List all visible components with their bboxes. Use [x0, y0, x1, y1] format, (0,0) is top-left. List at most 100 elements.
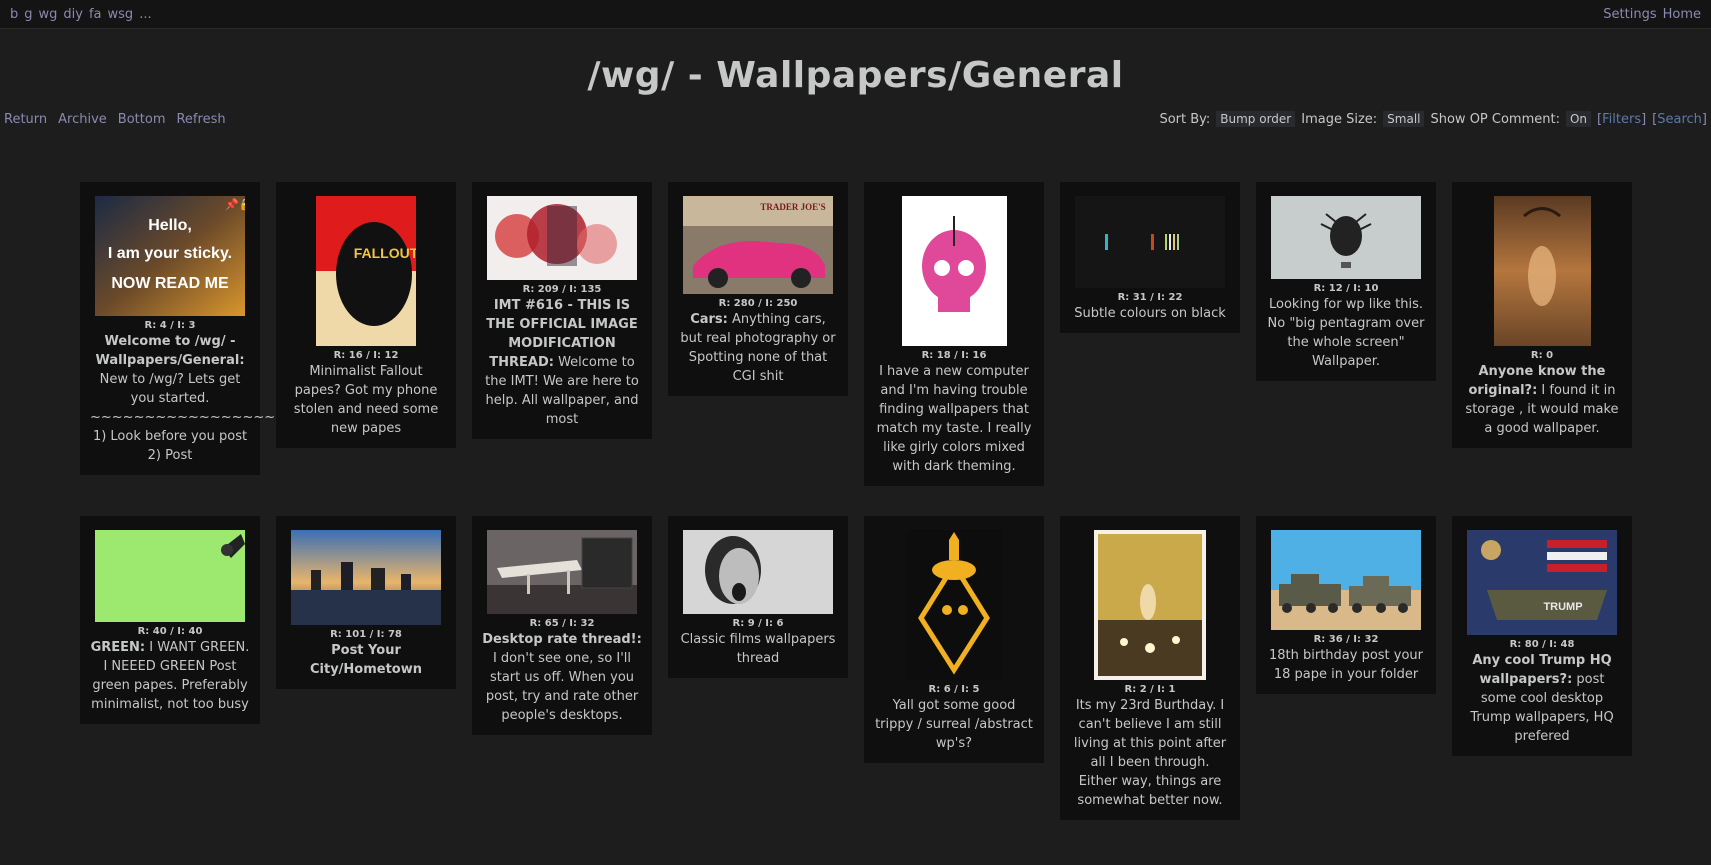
thread-card[interactable]: R: 9 / I: 6 Classic films wallpapers thr… [668, 516, 848, 678]
board-list-more[interactable]: ... [139, 7, 151, 22]
thread-teaser: Minimalist Fallout papes? Got my phone s… [286, 362, 446, 438]
thread-thumbnail[interactable] [1271, 530, 1421, 630]
reply-image-count: R: 4 / I: 3 [144, 320, 196, 331]
reply-image-count: R: 209 / I: 135 [522, 284, 602, 295]
thread-thumbnail[interactable]: TRADER JOE'S [683, 196, 833, 294]
thread-comment: Subtle colours on black [1074, 306, 1226, 321]
sort-select[interactable]: Bump order [1216, 111, 1296, 127]
reply-image-count: R: 31 / I: 22 [1117, 292, 1183, 303]
reply-image-count: R: 2 / I: 1 [1124, 684, 1176, 695]
thread-thumbnail[interactable] [683, 530, 833, 614]
thread-comment: I don't see one, so I'll start us off. W… [485, 651, 639, 723]
search-link[interactable]: [Search] [1652, 112, 1707, 127]
show-op-label: Show OP Comment: [1430, 111, 1560, 127]
thread-card[interactable]: Hello, I am your sticky. NOW READ ME 📌🔒 … [80, 182, 308, 475]
settings-link[interactable]: Settings [1603, 7, 1656, 22]
thread-teaser: Any cool Trump HQ wallpapers?: post some… [1462, 651, 1622, 746]
thumb-text: TRADER JOE'S [760, 202, 825, 212]
thread-card[interactable]: R: 0 Anyone know the original?: I found … [1452, 182, 1632, 448]
image-size-select[interactable]: Small [1383, 111, 1425, 127]
catalog-controls: Return Archive Bottom Refresh Sort By: B… [0, 108, 1711, 130]
thread-card[interactable]: R: 2 / I: 1 Its my 23rd Burthday. I can'… [1060, 516, 1240, 820]
reply-image-count: R: 9 / I: 6 [732, 618, 784, 629]
show-op-select[interactable]: On [1565, 111, 1592, 127]
reply-image-count: R: 6 / I: 5 [928, 684, 980, 695]
thread-card[interactable]: TRADER JOE'S R: 280 / I: 250 Cars: Anyth… [668, 182, 848, 396]
thread-thumbnail[interactable] [901, 196, 1007, 346]
thread-teaser: Anyone know the original?: I found it in… [1462, 362, 1622, 438]
thread-teaser: Cars: Anything cars, but real photograph… [678, 310, 838, 386]
thread-teaser: 18th birthday post your 18 pape in your … [1266, 646, 1426, 684]
reply-image-count: R: 12 / I: 10 [1313, 283, 1379, 294]
thread-subject: Desktop rate thread!: [482, 632, 642, 647]
thread-subject: Welcome to /wg/ - Wallpapers/General: [95, 334, 245, 368]
thread-teaser: Subtle colours on black [1070, 304, 1230, 323]
thread-thumbnail[interactable] [291, 530, 441, 625]
thread-card[interactable]: R: 209 / I: 135 IMT #616 - THIS IS THE O… [472, 182, 652, 439]
top-navigation-bar: b g wg diy fa wsg ... Settings Home [0, 0, 1711, 29]
board-link-b[interactable]: b [10, 7, 18, 22]
thread-comment: Minimalist Fallout papes? Got my phone s… [293, 364, 439, 436]
reply-image-count: R: 101 / I: 78 [330, 629, 402, 640]
archive-link[interactable]: Archive [58, 112, 107, 127]
board-link-diy[interactable]: diy [63, 7, 83, 22]
filters-link[interactable]: [Filters] [1597, 112, 1646, 127]
reply-image-count: R: 280 / I: 250 [718, 298, 798, 309]
thread-card[interactable]: FALLOUT R: 16 / I: 12 Minimalist Fallout… [276, 182, 456, 448]
thread-thumbnail[interactable]: Hello, I am your sticky. NOW READ ME 📌🔒 [95, 196, 245, 316]
reply-image-count: R: 80 / I: 48 [1509, 639, 1575, 650]
thread-thumbnail[interactable] [1493, 196, 1591, 346]
thread-thumbnail[interactable] [487, 196, 637, 280]
thread-subject: GREEN: [90, 640, 146, 655]
thread-thumbnail[interactable] [906, 530, 1002, 680]
thread-card[interactable]: R: 18 / I: 16 I have a new computer and … [864, 182, 1044, 486]
thread-card[interactable]: R: 12 / I: 10 Looking for wp like this. … [1256, 182, 1436, 381]
thumb-text: Hello, [148, 217, 192, 234]
catalog-row: R: 40 / I: 40 GREEN: I WANT GREEN. I NEE… [80, 516, 1640, 820]
home-link[interactable]: Home [1663, 7, 1701, 22]
thread-teaser: I have a new computer and I'm having tro… [874, 362, 1034, 476]
thread-subject: Cars: [690, 312, 728, 327]
board-link-g[interactable]: g [24, 7, 32, 22]
thread-card[interactable]: R: 101 / I: 78 Post Your City/Hometown [276, 516, 456, 689]
return-link[interactable]: Return [4, 112, 47, 127]
thread-teaser: Looking for wp like this. No "big pentag… [1266, 295, 1426, 371]
thread-thumbnail[interactable]: FALLOUT [316, 196, 416, 346]
thread-thumbnail[interactable] [487, 530, 637, 614]
board-link-wg[interactable]: wg [39, 7, 58, 22]
thread-card[interactable]: R: 65 / I: 32 Desktop rate thread!: I do… [472, 516, 652, 735]
pin-icon: 📌🔒 [225, 197, 245, 211]
reply-image-count: R: 40 / I: 40 [137, 626, 203, 637]
thread-card[interactable]: R: 36 / I: 32 18th birthday post your 18… [1256, 516, 1436, 694]
sort-label: Sort By: [1159, 111, 1211, 127]
refresh-link[interactable]: Refresh [176, 112, 225, 127]
thread-comment: 18th birthday post your 18 pape in your … [1268, 648, 1424, 682]
thread-thumbnail[interactable] [1075, 196, 1225, 288]
thread-thumbnail[interactable]: TRUMP [1467, 530, 1617, 635]
thread-card[interactable]: R: 40 / I: 40 GREEN: I WANT GREEN. I NEE… [80, 516, 260, 724]
thumb-text: I am your sticky. [108, 245, 232, 262]
board-link-wsg[interactable]: wsg [108, 7, 134, 22]
board-list: b g wg diy fa wsg ... [10, 7, 152, 22]
thread-card[interactable]: R: 6 / I: 5 Yall got some good trippy / … [864, 516, 1044, 763]
thread-comment: Looking for wp like this. No "big pentag… [1267, 297, 1425, 369]
thread-subject: Post Your City/Hometown [309, 643, 423, 677]
catalog-grid: Hello, I am your sticky. NOW READ ME 📌🔒 … [80, 182, 1640, 858]
thread-card[interactable]: R: 31 / I: 22 Subtle colours on black [1060, 182, 1240, 333]
reply-image-count: R: 0 [1530, 350, 1554, 361]
reply-image-count: R: 16 / I: 12 [333, 350, 399, 361]
thread-comment: I have a new computer and I'm having tro… [876, 364, 1032, 474]
board-title: /wg/ - Wallpapers/General [587, 55, 1124, 96]
catalog-row: Hello, I am your sticky. NOW READ ME 📌🔒 … [80, 182, 1640, 486]
bottom-link[interactable]: Bottom [118, 112, 166, 127]
thread-teaser: Classic films wallpapers thread [678, 630, 838, 668]
thread-teaser: Its my 23rd Burthday. I can't believe I … [1070, 696, 1230, 810]
reply-image-count: R: 18 / I: 16 [921, 350, 987, 361]
thumb-text: NOW READ ME [111, 275, 229, 292]
thread-thumbnail[interactable] [95, 530, 245, 622]
thread-thumbnail[interactable] [1094, 530, 1206, 680]
thread-thumbnail[interactable] [1271, 196, 1421, 279]
thread-card[interactable]: TRUMP R: 80 / I: 48 Any cool Trump HQ wa… [1452, 516, 1632, 756]
thread-comment: Classic films wallpapers thread [680, 632, 836, 666]
board-link-fa[interactable]: fa [89, 7, 102, 22]
